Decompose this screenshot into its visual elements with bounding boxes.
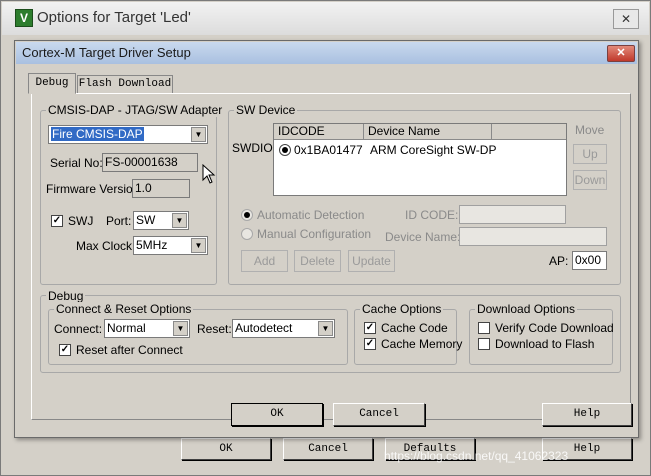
chevron-down-icon: ▼: [172, 213, 187, 228]
column-header-idcode[interactable]: IDCODE: [274, 124, 364, 140]
reset-label: Reset:: [197, 322, 232, 336]
id-code-label: ID CODE:: [405, 208, 459, 222]
max-clock-select-value: 5MHz: [136, 238, 168, 252]
download-to-flash-label: Download to Flash: [495, 337, 595, 351]
update-button[interactable]: Update: [348, 250, 395, 272]
connect-reset-group-title: Connect & Reset Options: [54, 302, 194, 316]
move-label: Move: [575, 123, 605, 137]
manual-configuration-label: Manual Configuration: [257, 227, 372, 241]
watermark-text: https://blog.csdn.net/qq_41062323: [384, 449, 569, 463]
column-header-filler: [492, 124, 566, 140]
port-select-value: SW: [136, 213, 156, 227]
options-window-title: Options for Target 'Led': [37, 9, 191, 26]
chevron-down-icon: ▼: [318, 321, 333, 336]
adapter-select[interactable]: Fire CMSIS-DAP ▼: [48, 125, 208, 144]
swdio-label: SWDIO: [232, 141, 273, 155]
options-cancel-button[interactable]: Cancel: [283, 438, 373, 460]
chevron-down-icon: ▼: [191, 238, 206, 253]
move-down-button[interactable]: Down: [573, 170, 607, 190]
delete-button[interactable]: Delete: [294, 250, 341, 272]
automatic-detection-label: Automatic Detection: [257, 208, 365, 222]
adapter-select-value: Fire CMSIS-DAP: [51, 127, 144, 141]
row-device-name: ARM CoreSight SW-DP: [370, 143, 497, 157]
connect-label: Connect:: [54, 322, 103, 336]
cache-code-checkbox[interactable]: ✓: [364, 322, 376, 334]
swj-label: SWJ: [68, 214, 94, 228]
automatic-detection-radio[interactable]: [241, 209, 253, 221]
cache-code-label: Cache Code: [381, 321, 448, 335]
ap-field[interactable]: 0x00: [572, 251, 607, 270]
connect-select-value: Normal: [107, 321, 146, 335]
cache-options-group-title: Cache Options: [360, 302, 444, 316]
target-driver-setup-dialog: Cortex-M Target Driver Setup ✕ Debug Fla…: [14, 40, 639, 438]
table-row[interactable]: 0x1BA01477 ARM CoreSight SW-DP: [274, 141, 566, 159]
chevron-down-icon: ▼: [173, 321, 188, 336]
verify-code-download-checkbox[interactable]: [478, 322, 490, 334]
dialog-cancel-button[interactable]: Cancel: [333, 403, 425, 426]
adapter-group-title: CMSIS-DAP - JTAG/SW Adapter: [46, 103, 225, 117]
id-code-field[interactable]: [459, 205, 566, 224]
mouse-cursor-icon: [202, 163, 216, 184]
sw-device-table[interactable]: IDCODE Device Name 0x1BA01477 ARM CoreSi…: [273, 123, 567, 196]
add-button[interactable]: Add: [241, 250, 288, 272]
reset-select[interactable]: Autodetect ▼: [232, 319, 335, 338]
row-select-radio[interactable]: [279, 144, 291, 156]
firmware-value: 1.0: [132, 179, 190, 198]
port-label: Port:: [106, 214, 132, 228]
options-window-close-icon[interactable]: ✕: [613, 9, 639, 29]
move-up-button[interactable]: Up: [573, 144, 607, 164]
manual-configuration-radio[interactable]: [241, 228, 253, 240]
row-idcode: 0x1BA01477: [294, 143, 363, 157]
keil-app-icon: V: [15, 9, 33, 27]
max-clock-label: Max Clock:: [76, 239, 136, 253]
max-clock-select[interactable]: 5MHz ▼: [133, 236, 208, 255]
device-name-field[interactable]: [459, 227, 607, 246]
tab-debug[interactable]: Debug: [28, 73, 76, 94]
dialog-close-icon[interactable]: ✕: [607, 45, 635, 62]
cache-memory-checkbox[interactable]: ✓: [364, 338, 376, 350]
port-select[interactable]: SW ▼: [133, 211, 189, 230]
verify-code-download-label: Verify Code Download: [495, 321, 614, 335]
dialog-ok-button[interactable]: OK: [231, 403, 323, 426]
chevron-down-icon: ▼: [191, 127, 206, 142]
debug-group-title: Debug: [46, 289, 86, 303]
tab-flash-download[interactable]: Flash Download: [77, 75, 173, 93]
reset-select-value: Autodetect: [235, 321, 293, 335]
debug-tab-panel: CMSIS-DAP - JTAG/SW Adapter Fire CMSIS-D…: [31, 93, 631, 420]
serial-label: Serial No:: [50, 156, 103, 170]
download-options-group-title: Download Options: [475, 302, 578, 316]
firmware-label: Firmware Version:: [46, 182, 143, 196]
dialog-title: Cortex-M Target Driver Setup: [22, 45, 191, 60]
cache-memory-label: Cache Memory: [381, 337, 463, 351]
column-header-device-name[interactable]: Device Name: [364, 124, 492, 140]
sw-device-group-title: SW Device: [234, 103, 298, 117]
serial-value: FS-00001638: [102, 153, 198, 172]
ap-label: AP:: [549, 254, 569, 268]
options-ok-button[interactable]: OK: [181, 438, 271, 460]
reset-after-connect-checkbox[interactable]: ✓: [59, 344, 71, 356]
connect-select[interactable]: Normal ▼: [104, 319, 190, 338]
swj-checkbox[interactable]: ✓: [51, 215, 63, 227]
dialog-help-button[interactable]: Help: [542, 403, 632, 426]
download-to-flash-checkbox[interactable]: [478, 338, 490, 350]
reset-after-connect-label: Reset after Connect: [76, 343, 183, 357]
device-name-label: Device Name:: [385, 230, 461, 244]
